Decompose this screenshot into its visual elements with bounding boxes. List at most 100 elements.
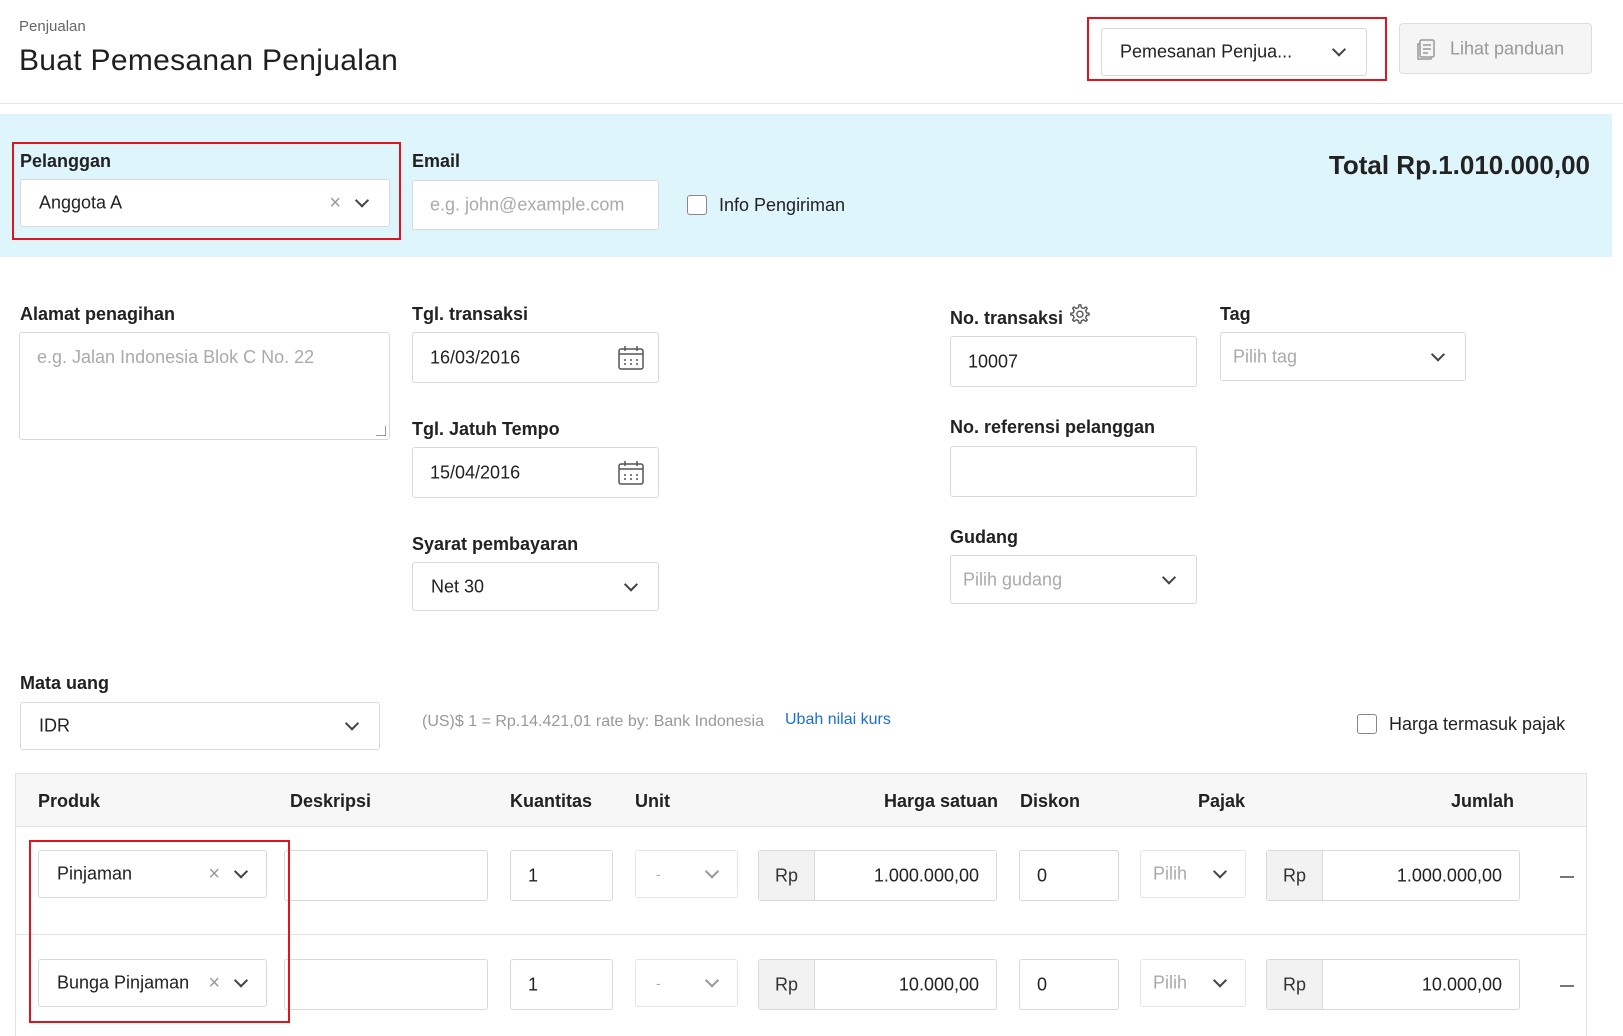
unit-price-field[interactable]: Rp 10.000,00	[758, 959, 997, 1010]
description-field[interactable]	[284, 959, 488, 1010]
product-select[interactable]: Pinjaman ×	[38, 850, 267, 898]
product-value: Bunga Pinjaman	[57, 972, 190, 993]
chevron-down-icon	[354, 193, 370, 208]
column-header-unit: Unit	[635, 791, 670, 811]
email-field[interactable]: e.g. john@example.com	[412, 180, 659, 230]
page-title: Buat Pemesanan Penjualan	[19, 44, 399, 77]
quantity-value: 1	[528, 974, 539, 994]
discount-value: 0	[1037, 865, 1048, 885]
exchange-rate-text: (US)$ 1 = Rp.14.421,01 rate by: Bank Ind…	[422, 713, 764, 730]
tag-select[interactable]: Pilih tag	[1220, 332, 1466, 381]
quantity-field[interactable]: 1	[510, 959, 613, 1010]
shipping-info-checkbox[interactable]	[687, 195, 707, 215]
email-label: Email	[412, 151, 461, 171]
chevron-down-icon	[704, 864, 720, 879]
billing-address-placeholder: e.g. Jalan Indonesia Blok C No. 22	[37, 347, 315, 367]
unit-price-value: 1.000.000,00	[873, 865, 979, 885]
customer-reference-field[interactable]	[950, 446, 1197, 497]
transaction-date-value: 16/03/2016	[430, 347, 521, 367]
document-icon	[1417, 39, 1435, 60]
transaction-number-value: 10007	[968, 351, 1019, 371]
unit-value: -	[656, 975, 661, 991]
due-date-value: 15/04/2016	[430, 462, 521, 482]
unit-price-field[interactable]: Rp 1.000.000,00	[758, 850, 997, 901]
customer-select[interactable]: Anggota A ×	[20, 179, 390, 227]
shipping-info-label[interactable]: Info Pengiriman	[719, 195, 845, 216]
unit-select[interactable]: -	[635, 850, 738, 898]
amount-value: 1.000.000,00	[1396, 865, 1502, 885]
clear-icon[interactable]: ×	[208, 973, 220, 993]
calendar-icon[interactable]	[618, 345, 644, 370]
document-type-value: Pemesanan Penjua...	[1120, 41, 1293, 62]
product-table: Produk Deskripsi Kuantitas Unit Harga sa…	[15, 773, 1587, 1036]
customer-reference-label: No. referensi pelanggan	[950, 417, 1156, 437]
column-header-amount: Jumlah	[1450, 791, 1514, 811]
clear-icon[interactable]: ×	[329, 193, 341, 213]
tax-select[interactable]: Pilih	[1140, 959, 1246, 1007]
tax-value: Pilih	[1153, 972, 1188, 993]
unit-select[interactable]: -	[635, 959, 738, 1007]
chevron-down-icon	[344, 716, 360, 731]
resize-handle[interactable]	[376, 426, 386, 436]
tax-value: Pilih	[1153, 863, 1188, 884]
currency-label: Mata uang	[20, 673, 110, 693]
product-select[interactable]: Bunga Pinjaman ×	[38, 959, 267, 1007]
currency-value: IDR	[39, 715, 70, 736]
chevron-down-icon	[1212, 973, 1228, 988]
warehouse-select[interactable]: Pilih gudang	[950, 555, 1197, 604]
column-header-quantity: Kuantitas	[510, 791, 593, 811]
tag-label: Tag	[1220, 304, 1251, 324]
transaction-date-field[interactable]: 16/03/2016	[412, 332, 659, 383]
chevron-down-icon	[1331, 42, 1347, 57]
email-placeholder: e.g. john@example.com	[430, 194, 625, 215]
quantity-field[interactable]: 1	[510, 850, 613, 901]
transaction-number-field[interactable]: 10007	[950, 336, 1197, 387]
total-amount: Total Rp.1.010.000,00	[1328, 150, 1590, 180]
tax-inclusive-checkbox[interactable]	[1357, 714, 1377, 734]
table-header: Produk Deskripsi Kuantitas Unit Harga sa…	[16, 774, 1586, 827]
unit-value: -	[656, 866, 661, 882]
column-header-discount: Diskon	[1020, 791, 1081, 811]
product-value: Pinjaman	[57, 863, 133, 884]
discount-field[interactable]: 0	[1019, 959, 1119, 1010]
customer-label: Pelanggan	[20, 151, 112, 171]
clear-icon[interactable]: ×	[208, 864, 220, 884]
column-header-unit-price: Harga satuan	[883, 791, 998, 811]
chevron-down-icon	[233, 973, 249, 988]
transaction-date-label: Tgl. transaksi	[412, 304, 529, 324]
amount-field[interactable]: Rp 1.000.000,00	[1266, 850, 1520, 901]
column-header-product: Produk	[38, 791, 101, 811]
quantity-value: 1	[528, 865, 539, 885]
chevron-down-icon	[1430, 346, 1446, 362]
page-header: Penjualan Buat Pemesanan Penjualan Pemes…	[0, 0, 1623, 104]
billing-address-field[interactable]: e.g. Jalan Indonesia Blok C No. 22	[19, 332, 390, 440]
customer-value: Anggota A	[39, 192, 123, 213]
tax-inclusive-label[interactable]: Harga termasuk pajak	[1389, 714, 1565, 735]
chevron-down-icon	[1212, 864, 1228, 879]
breadcrumb[interactable]: Penjualan	[19, 18, 86, 35]
calendar-icon[interactable]	[618, 460, 644, 485]
description-field[interactable]	[284, 850, 488, 901]
chevron-down-icon	[1161, 569, 1177, 585]
currency-prefix: Rp	[1267, 960, 1323, 1009]
currency-prefix: Rp	[1267, 851, 1323, 900]
tax-select[interactable]: Pilih	[1140, 850, 1246, 898]
remove-row-button[interactable]	[1560, 876, 1574, 878]
column-header-tax: Pajak	[1198, 791, 1246, 811]
column-header-description: Deskripsi	[290, 791, 372, 811]
row-divider	[16, 934, 1586, 935]
document-type-select[interactable]: Pemesanan Penjua...	[1101, 28, 1367, 76]
currency-select[interactable]: IDR	[20, 702, 380, 750]
currency-prefix: Rp	[759, 851, 815, 900]
discount-field[interactable]: 0	[1019, 850, 1119, 901]
tag-placeholder: Pilih tag	[1233, 346, 1298, 366]
amount-field[interactable]: Rp 10.000,00	[1266, 959, 1520, 1010]
guide-button[interactable]: Lihat panduan	[1399, 23, 1592, 74]
unit-price-value: 10.000,00	[898, 974, 979, 994]
gear-icon[interactable]	[1068, 303, 1090, 325]
chevron-down-icon	[233, 864, 249, 879]
change-rate-link[interactable]: Ubah nilai kurs	[785, 711, 891, 729]
remove-row-button[interactable]	[1560, 985, 1574, 987]
due-date-field[interactable]: 15/04/2016	[412, 447, 659, 498]
payment-terms-select[interactable]: Net 30	[412, 562, 659, 611]
